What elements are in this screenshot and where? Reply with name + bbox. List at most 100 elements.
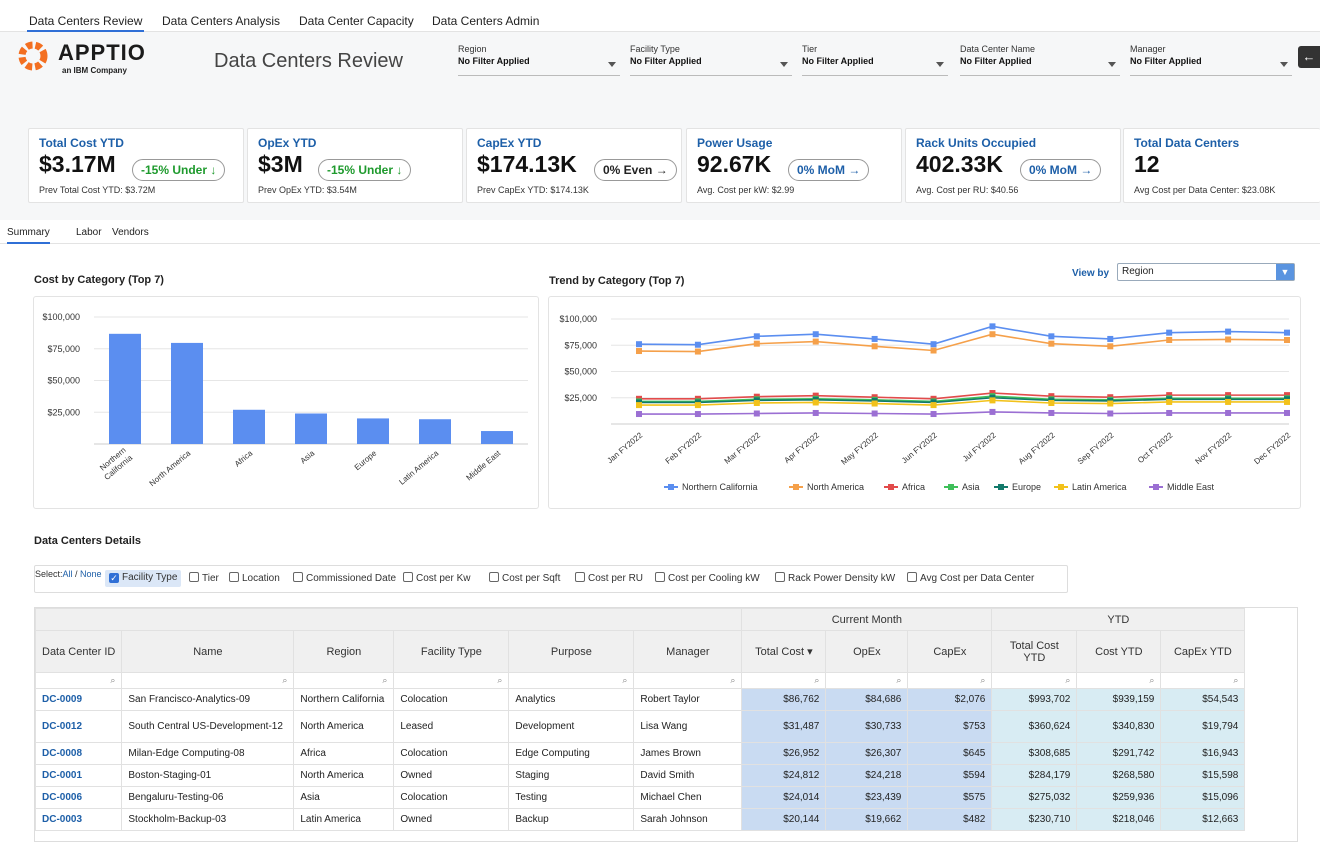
column-header[interactable]: Region (293, 630, 395, 673)
legend-marker (793, 484, 799, 490)
search-icon[interactable]: ⌕ (393, 672, 510, 689)
table-row[interactable]: DC-0006 Bengaluru-Testing-06 Asia Colocatio… (34, 786, 1246, 809)
tab-labor[interactable]: Labor (76, 227, 102, 238)
column-toggle-cost-per-kw[interactable]: Cost per Kw (399, 570, 474, 587)
data-center-id-link[interactable]: DC-0001 (34, 764, 123, 787)
select-all-link[interactable]: All (63, 569, 73, 579)
table-row[interactable]: DC-0008 Milan-Edge Computing-08 Africa Colo… (34, 742, 1246, 765)
search-icon[interactable]: ⌕ (293, 672, 395, 689)
data-point (1166, 329, 1173, 336)
data-point (989, 397, 996, 404)
search-icon[interactable]: ⌕ (1076, 672, 1162, 689)
data-center-id-link[interactable]: DC-0008 (34, 742, 123, 765)
y-tick-label: $50,000 (564, 367, 597, 377)
view-by-label: View by (1072, 268, 1110, 279)
tab-data-centers-admin[interactable]: Data Centers Admin (430, 14, 541, 32)
table-cell: $54,543 (1160, 688, 1246, 711)
column-toggle-label: Tier (202, 573, 219, 584)
column-toggle-commissioned-date[interactable]: Commissioned Date (289, 570, 400, 587)
kpi-subtext: Avg. Cost per kW: $2.99 (697, 185, 795, 195)
column-toggle-location[interactable]: Location (225, 570, 284, 587)
data-point (1225, 336, 1232, 343)
kpi-total-cost-ytd: Total Cost YTD $3.17M -15% Under ↓ Prev … (28, 128, 244, 203)
data-point (812, 338, 819, 345)
search-icon[interactable]: ⌕ (1160, 672, 1246, 689)
column-toggle-rack-power-density[interactable]: Rack Power Density kW (771, 570, 899, 587)
view-by-select[interactable]: Region ▼ (1117, 263, 1295, 281)
column-header[interactable]: Manager (633, 630, 743, 673)
kpi-title: CapEx YTD (477, 136, 542, 150)
kpi-change-badge: 0% MoM → (788, 159, 870, 181)
tab-summary[interactable]: Summary (7, 227, 50, 244)
trend-line-chart-svg: $25,000 $50,000 $75,000 $100,000 Jan FY2022 F… (559, 314, 1292, 492)
column-toggle-tier[interactable]: Tier (185, 570, 223, 587)
search-icon[interactable]: ⌕ (34, 672, 123, 689)
data-point (636, 341, 642, 348)
column-toggle-cost-per-cooling-kw[interactable]: Cost per Cooling kW (651, 570, 764, 587)
filter-region[interactable]: Region No Filter Applied (458, 44, 620, 76)
column-header[interactable]: CapEx YTD (1160, 630, 1246, 673)
table-row[interactable]: DC-0009 San Francisco-Analytics-09 Norther… (34, 688, 1246, 711)
search-icon[interactable]: ⌕ (121, 672, 295, 689)
data-point (1284, 329, 1290, 336)
select-none-link[interactable]: None (80, 569, 102, 579)
column-header[interactable]: OpEx (825, 630, 909, 673)
table-cell: $30,733 (825, 710, 909, 743)
x-tick-label: Latin America (397, 448, 440, 486)
column-toggle-facility-type[interactable]: ✓ Facility Type (105, 570, 182, 587)
filter-facility-type[interactable]: Facility Type No Filter Applied (630, 44, 792, 76)
column-header[interactable]: CapEx (907, 630, 993, 673)
table-cell: San Francisco-Analytics-09 (121, 688, 295, 711)
tab-vendors[interactable]: Vendors (112, 227, 149, 238)
chevron-down-icon (1108, 62, 1116, 67)
data-center-id-link[interactable]: DC-0009 (34, 688, 123, 711)
table-row[interactable]: DC-0001 Boston-Staging-01 North America Own… (34, 764, 1246, 787)
column-header[interactable]: Purpose (508, 630, 635, 673)
filter-data-center-name[interactable]: Data Center Name No Filter Applied (960, 44, 1120, 76)
search-icon[interactable]: ⌕ (741, 672, 827, 689)
data-center-id-link[interactable]: DC-0006 (34, 786, 123, 809)
data-centers-grid: Current Month YTD Data Center ID Name Re… (34, 608, 1246, 831)
filter-manager[interactable]: Manager No Filter Applied (1130, 44, 1292, 76)
data-point (694, 341, 701, 348)
search-icon[interactable]: ⌕ (508, 672, 635, 689)
search-icon[interactable]: ⌕ (825, 672, 909, 689)
column-header[interactable]: Facility Type (393, 630, 510, 673)
chevron-down-icon (936, 62, 944, 67)
y-tick-label: $100,000 (559, 314, 597, 324)
table-row[interactable]: DC-0003 Stockholm-Backup-03 Latin America O… (34, 808, 1246, 831)
data-center-id-link[interactable]: DC-0012 (34, 710, 123, 743)
data-center-id-link[interactable]: DC-0003 (34, 808, 123, 831)
bar (481, 431, 513, 444)
legend-label: Europe (1012, 482, 1041, 492)
column-toggle-cost-per-ru[interactable]: Cost per RU (571, 570, 647, 587)
tab-data-centers-review[interactable]: Data Centers Review (27, 14, 145, 32)
table-cell: $340,830 (1076, 710, 1162, 743)
filter-tier[interactable]: Tier No Filter Applied (802, 44, 948, 76)
legend-label: Latin America (1072, 482, 1127, 492)
table-cell: Owned (393, 808, 510, 831)
series-line (638, 333, 1288, 353)
table-row[interactable]: DC-0012 South Central US-Development-12 No… (34, 710, 1246, 743)
column-toggle-cost-per-sqft[interactable]: Cost per Sqft (485, 570, 564, 587)
column-header[interactable]: Total Cost YTD (991, 630, 1078, 673)
select-separator: / (72, 569, 81, 579)
column-header[interactable]: Cost YTD (1076, 630, 1162, 673)
table-cell: $24,812 (741, 764, 827, 787)
column-header-sorted[interactable]: Total Cost ▾ (741, 630, 827, 673)
search-icon[interactable]: ⌕ (907, 672, 993, 689)
column-header[interactable]: Name (121, 630, 295, 673)
kpi-value: 92.67K (697, 151, 772, 177)
tab-data-centers-analysis[interactable]: Data Centers Analysis (160, 14, 282, 32)
search-icon[interactable]: ⌕ (633, 672, 743, 689)
chevron-down-icon: ▼ (1276, 264, 1294, 280)
legend-label: Northern California (682, 482, 758, 492)
tab-data-center-capacity[interactable]: Data Center Capacity (297, 14, 416, 32)
table-cell: $275,032 (991, 786, 1078, 809)
table-cell: $23,439 (825, 786, 909, 809)
back-arrow-icon[interactable]: ← (1298, 46, 1320, 68)
filter-label: Facility Type (630, 44, 680, 54)
search-icon[interactable]: ⌕ (991, 672, 1078, 689)
column-toggle-avg-cost-per-dc[interactable]: Avg Cost per Data Center (903, 570, 1038, 587)
column-header[interactable]: Data Center ID (34, 630, 123, 673)
